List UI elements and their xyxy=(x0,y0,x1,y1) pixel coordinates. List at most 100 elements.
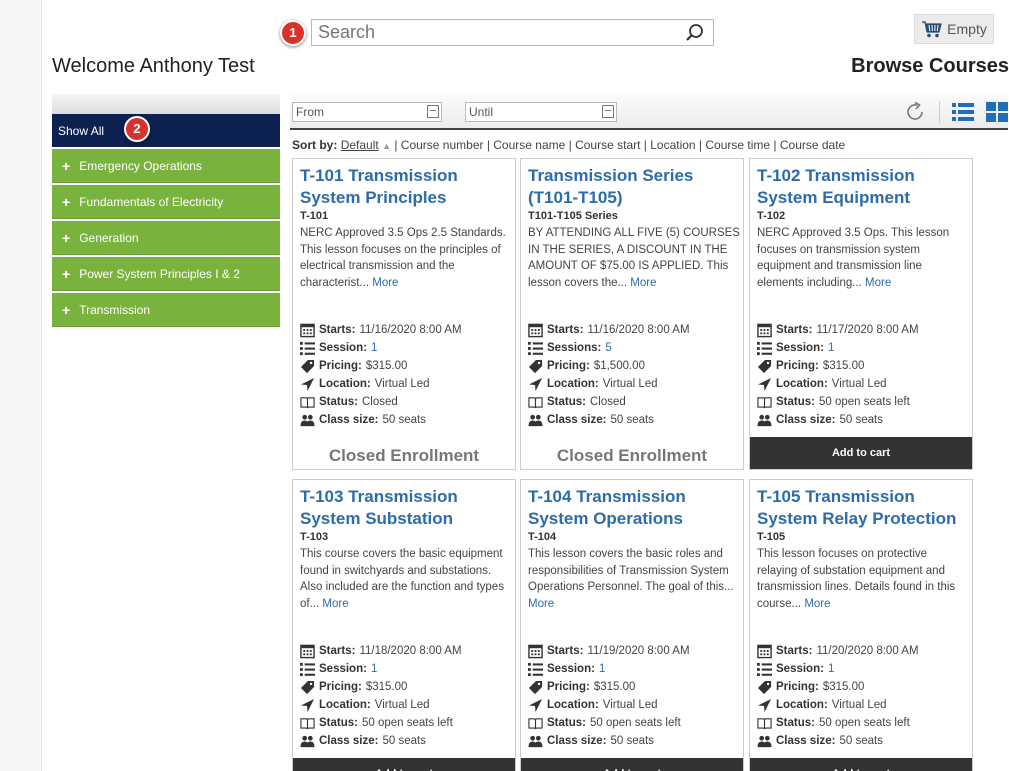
category-fundamentals-of-electricity[interactable]: + Fundamentals of Electricity xyxy=(52,185,280,219)
tag-icon xyxy=(300,359,315,374)
more-link[interactable]: More xyxy=(372,277,398,289)
course-title-link[interactable]: T-102 Transmission System Equipment xyxy=(757,165,969,209)
book-icon xyxy=(300,716,315,731)
status-value: 50 open seats left xyxy=(361,717,453,729)
session-row: Sessions: 5 xyxy=(528,339,743,357)
starts-value: 11/18/2020 8:00 AM xyxy=(359,645,462,657)
closed-enrollment-label: Closed Enrollment xyxy=(328,446,480,465)
session-count-link[interactable]: 1 xyxy=(371,342,377,354)
search-box[interactable] xyxy=(311,19,714,46)
starts-value: 11/16/2020 8:00 AM xyxy=(587,324,690,336)
add-to-cart-button[interactable]: Add to cart xyxy=(521,758,743,771)
status-value: Closed xyxy=(589,396,626,408)
course-title-link[interactable]: T-105 Transmission System Relay Protecti… xyxy=(757,486,969,530)
session-count-link[interactable]: 1 xyxy=(599,663,605,675)
plus-icon: + xyxy=(62,229,71,246)
course-details: Starts: 11/18/2020 8:00 AM Session: 1 Pric… xyxy=(300,642,515,750)
location-row: Location: Virtual Led xyxy=(300,375,515,393)
class-size-label: Class size: xyxy=(547,414,607,426)
tag-icon xyxy=(757,680,772,695)
cart-button[interactable]: Empty xyxy=(914,14,994,44)
session-row: Session: 1 xyxy=(528,660,743,678)
location-value: Virtual Led xyxy=(831,699,887,711)
location-arrow-icon xyxy=(528,377,543,392)
class-size-row: Class size: 50 seats xyxy=(528,411,743,429)
calendar-icon[interactable] xyxy=(602,105,614,118)
search-input[interactable] xyxy=(312,20,672,45)
grid-view-icon[interactable] xyxy=(986,102,1008,122)
add-to-cart-button[interactable]: Add to cart xyxy=(750,437,972,469)
pricing-row: Pricing: $315.00 xyxy=(300,678,515,696)
refresh-icon[interactable] xyxy=(903,100,927,124)
course-card: T-102 Transmission System Equipment T-10… xyxy=(749,158,973,470)
course-title-link[interactable]: T-104 Transmission System Operations xyxy=(528,486,740,530)
class-size-value: 50 seats xyxy=(839,414,883,426)
location-value: Virtual Led xyxy=(602,699,658,711)
sidebar-top-bar xyxy=(52,94,280,114)
pricing-label: Pricing: xyxy=(319,360,362,372)
course-card: Transmission Series (T101-T105) T101-T10… xyxy=(520,158,744,470)
category-emergency-operations[interactable]: + Emergency Operations xyxy=(52,149,280,183)
course-description-text: NERC Approved 3.5 Ops 2.5 Standards. Thi… xyxy=(300,227,506,289)
add-to-cart-button[interactable]: Add to cart xyxy=(750,758,972,771)
pricing-label: Pricing: xyxy=(547,360,590,372)
class-size-label: Class size: xyxy=(319,414,379,426)
category-power-system-principles[interactable]: + Power System Principles I & 2 xyxy=(52,257,280,291)
course-title-link[interactable]: T-103 Transmission System Substation xyxy=(300,486,512,530)
list-icon xyxy=(300,662,315,677)
more-link[interactable]: More xyxy=(528,598,554,610)
class-size-row: Class size: 50 seats xyxy=(528,732,743,750)
course-title-link[interactable]: T-101 Transmission System Principles xyxy=(300,165,512,209)
location-value: Virtual Led xyxy=(831,378,887,390)
session-row: Session: 1 xyxy=(757,660,972,678)
session-count-link[interactable]: 1 xyxy=(371,663,377,675)
course-details: Starts: 11/19/2020 8:00 AM Session: 1 Pric… xyxy=(528,642,743,750)
category-generation[interactable]: + Generation xyxy=(52,221,280,255)
more-link[interactable]: More xyxy=(865,277,891,289)
add-to-cart-button[interactable]: Add to cart xyxy=(293,758,515,771)
location-arrow-icon xyxy=(757,698,772,713)
more-link[interactable]: More xyxy=(804,598,830,610)
callout-badge-2: 2 xyxy=(124,116,150,142)
tag-icon xyxy=(528,359,543,374)
status-value: 50 open seats left xyxy=(818,396,910,408)
pricing-label: Pricing: xyxy=(776,681,819,693)
left-gutter xyxy=(0,0,42,771)
location-row: Location: Virtual Led xyxy=(528,375,743,393)
course-description: This lesson covers the basic roles and r… xyxy=(528,546,740,612)
session-count-link[interactable]: 5 xyxy=(605,342,611,354)
more-link[interactable]: More xyxy=(322,598,348,610)
calendar-icon xyxy=(300,323,315,338)
session-count-link[interactable]: 1 xyxy=(828,663,834,675)
class-size-label: Class size: xyxy=(319,735,379,747)
list-view-icon[interactable] xyxy=(952,102,974,122)
more-link[interactable]: More xyxy=(630,277,656,289)
starts-label: Starts: xyxy=(319,645,356,657)
callout-badge-1: 1 xyxy=(280,20,306,46)
from-date-field[interactable]: From xyxy=(292,102,442,122)
calendar-icon[interactable] xyxy=(427,105,439,118)
book-icon xyxy=(757,716,772,731)
plus-icon: + xyxy=(62,265,71,282)
sort-options[interactable]: | Course number | Course name | Course s… xyxy=(394,138,845,152)
status-value: 50 open seats left xyxy=(818,717,910,729)
starts-value: 11/20/2020 8:00 AM xyxy=(816,645,919,657)
category-label: Fundamentals of Electricity xyxy=(79,194,224,209)
category-label: Generation xyxy=(79,230,139,245)
course-code: T-105 xyxy=(757,531,786,543)
category-transmission[interactable]: + Transmission xyxy=(52,293,280,327)
course-title-link[interactable]: Transmission Series (T101-T105) xyxy=(528,165,740,209)
course-description-text: NERC Approved 3.5 Ops. This lesson focus… xyxy=(757,227,950,289)
search-icon[interactable] xyxy=(685,23,705,43)
until-date-field[interactable]: Until xyxy=(465,102,617,122)
session-count-link[interactable]: 1 xyxy=(828,342,834,354)
status-label: Status: xyxy=(319,396,358,408)
sort-bar: Sort by: Default ▲ | Course number | Cou… xyxy=(292,138,845,152)
course-details: Starts: 11/20/2020 8:00 AM Session: 1 Pric… xyxy=(757,642,972,750)
filter-toolbar: From Until xyxy=(290,94,1008,130)
show-all-button[interactable]: Show All xyxy=(52,114,280,147)
starts-label: Starts: xyxy=(776,645,813,657)
location-value: Virtual Led xyxy=(374,699,430,711)
session-row: Session: 1 xyxy=(300,339,515,357)
sort-default-link[interactable]: Default xyxy=(341,138,379,152)
